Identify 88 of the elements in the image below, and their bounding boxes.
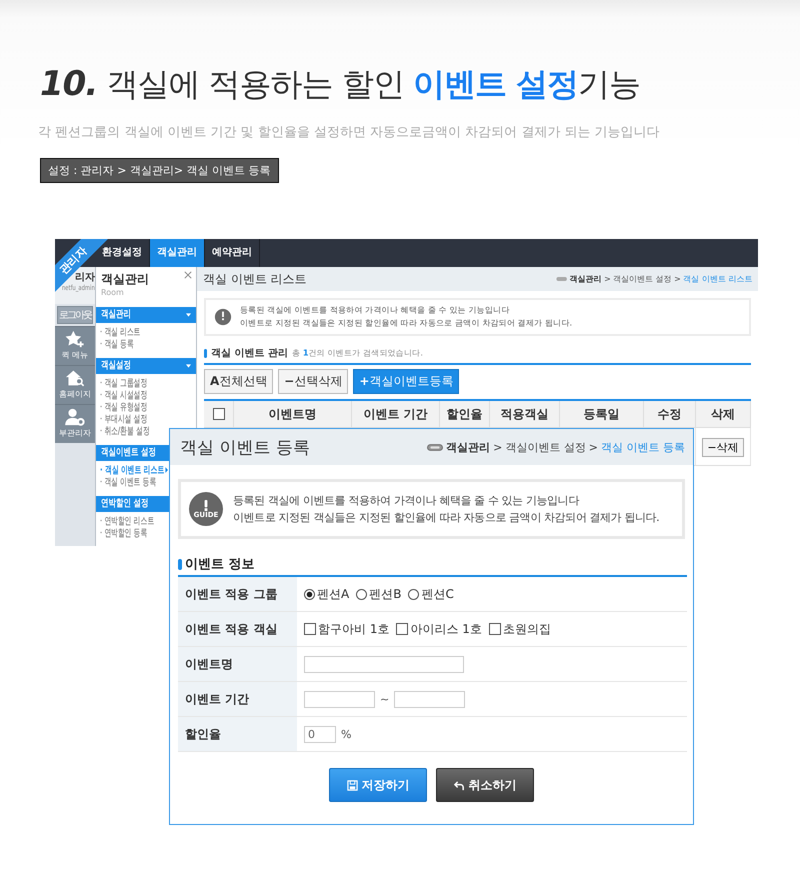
column-header: 등록일	[560, 401, 644, 428]
checkbox-option[interactable]: 함구아비 1호	[304, 620, 390, 638]
exclamation-icon	[204, 500, 208, 510]
dialog-button[interactable]: 취소하기	[436, 768, 534, 802]
breadcrumb-item: 객실관리	[446, 440, 490, 454]
checkbox-option[interactable]: 초원의집	[488, 620, 551, 638]
unit-label: %	[341, 728, 352, 740]
menu-item[interactable]: · 부대시설 설정	[100, 414, 148, 426]
close-icon[interactable]	[184, 271, 192, 279]
menu-item[interactable]: · 객실 이벤트 리스트	[100, 465, 168, 477]
breadcrumb-item: 객실이벤트 설정	[505, 440, 586, 454]
chevron-right-icon	[165, 467, 168, 473]
quick-label: 홈페이지	[59, 389, 91, 400]
menu-item[interactable]: · 객실 유형설정	[100, 402, 148, 414]
input-field[interactable]: 0	[304, 726, 336, 742]
quick-tile[interactable]: 부관리자	[55, 404, 95, 443]
menu-item[interactable]: · 연박할인 등록	[100, 528, 148, 540]
menu-subtitle: Room	[101, 288, 124, 297]
guide-text: 등록된 객실에 이벤트를 적용하여 가격이나 혜택을 줄 수 있는 기능입니다	[233, 493, 580, 509]
star-plus-icon	[65, 330, 85, 348]
page-subtitle: 각 펜션그룹의 객실에 이벤트 기간 및 할인율을 설정하면 자동으로금액이 차감되어 결제가 되는 기능입니다	[38, 124, 661, 142]
menu-title: 객실관리	[101, 271, 149, 288]
radio-option[interactable]: 펜션A	[304, 586, 350, 602]
end-date-field[interactable]	[394, 690, 466, 708]
breadcrumb-item: 객실 이벤트 등록	[601, 440, 685, 454]
field-label: 이벤트 적용 그룹	[178, 577, 297, 611]
field-label: 이벤트 적용 객실	[178, 612, 297, 646]
guide-text: 이벤트로 지정된 객실들은 지정된 할인율에 따라 자동으로 금액이 차감되어 결제가 됩니다.	[240, 318, 572, 329]
breadcrumb-item: >	[604, 274, 610, 284]
start-date-field[interactable]	[304, 690, 375, 708]
breadcrumb-item: 객실관리	[569, 274, 602, 285]
result-count: 총 1건의 이벤트가 검색되었습니다.	[292, 348, 423, 359]
breadcrumb-item: 객실 이벤트 리스트	[682, 274, 752, 285]
page-title: 10. 객실에 적용하는 할인 이벤트 설정기능	[40, 64, 642, 104]
user-gear-icon	[65, 408, 85, 426]
quick-tile[interactable]: 퀵 메뉴	[55, 326, 95, 365]
save-icon	[346, 780, 358, 790]
quick-label: 부관리자	[59, 428, 91, 439]
field-label: 할인율	[178, 717, 297, 751]
menu-item[interactable]: · 객실 리스트	[100, 327, 140, 339]
column-header: 이벤트명	[234, 401, 352, 428]
range-separator: ~	[380, 692, 390, 706]
menu-item[interactable]: · 연박할인 리스트	[100, 516, 154, 528]
toolbar-button[interactable]: +객실이벤트등록	[353, 369, 460, 394]
menu-path-label: 설정 : 관리자 > 객실관리> 객실 이벤트 등록	[40, 158, 279, 183]
nav-tab[interactable]: 객실관리	[150, 239, 205, 267]
guide-text: 이벤트로 지정된 객실들은 지정된 할인율에 따라 자동으로 금액이 차감되어 결제가 됩니다.	[233, 510, 660, 526]
quick-label: 퀵 메뉴	[62, 350, 88, 361]
menu-item[interactable]: · 객실 그룹설정	[100, 378, 148, 390]
radio-option[interactable]: 펜션B	[356, 586, 402, 602]
menu-item[interactable]: · 취소/환불 설정	[100, 426, 150, 438]
field-label: 이벤트명	[178, 647, 297, 681]
column-header: 할인율	[440, 401, 490, 428]
column-header: 이벤트 기간	[352, 401, 440, 428]
field-label: 이벤트 기간	[178, 682, 297, 716]
menu-item[interactable]: · 객실 시설설정	[100, 390, 148, 402]
link-icon	[427, 444, 444, 450]
breadcrumb-item: 객실이벤트 설정	[612, 274, 672, 285]
delete-button[interactable]: −삭제	[702, 438, 744, 457]
dialog-button[interactable]: 저장하기	[329, 768, 427, 802]
section-title: 이벤트 정보	[185, 556, 255, 573]
breadcrumb-item: >	[493, 440, 502, 454]
radio-option[interactable]: 펜션C	[408, 586, 454, 602]
input-field[interactable]	[304, 656, 464, 672]
link-icon	[556, 276, 567, 282]
column-header: 수정	[644, 401, 696, 428]
list-title: 객실 이벤트 관리	[211, 347, 288, 360]
list-page-title: 객실 이벤트 리스트	[203, 270, 307, 288]
menu-group-header[interactable]: 객실설정	[96, 358, 196, 374]
breadcrumb-item: >	[588, 440, 598, 454]
quick-tile[interactable]: 홈페이지	[55, 365, 95, 404]
toolbar-button[interactable]: −선택삭제	[278, 369, 348, 394]
chevron-down-icon	[186, 313, 191, 317]
menu-group-header[interactable]: 객실관리	[96, 307, 196, 323]
chevron-down-icon	[186, 364, 191, 368]
toolbar-button[interactable]: A전체선택	[204, 369, 274, 394]
guide-icon	[214, 308, 232, 326]
checkbox[interactable]	[212, 408, 224, 420]
column-header: 적용객실	[490, 401, 560, 428]
guide-text: 등록된 객실에 이벤트를 적용하여 가격이나 혜택을 줄 수 있는 기능입니다	[240, 305, 510, 316]
checkbox-option[interactable]: 아이리스 1호	[396, 620, 482, 638]
column-header: 삭제	[696, 401, 751, 428]
breadcrumb-item: >	[674, 274, 680, 284]
undo-icon	[454, 780, 464, 790]
menu-item[interactable]: · 객실 등록	[100, 339, 134, 351]
house-search-icon	[65, 369, 85, 387]
menu-item[interactable]: · 객실 이벤트 등록	[100, 477, 156, 489]
user-name: 리자	[75, 272, 95, 284]
